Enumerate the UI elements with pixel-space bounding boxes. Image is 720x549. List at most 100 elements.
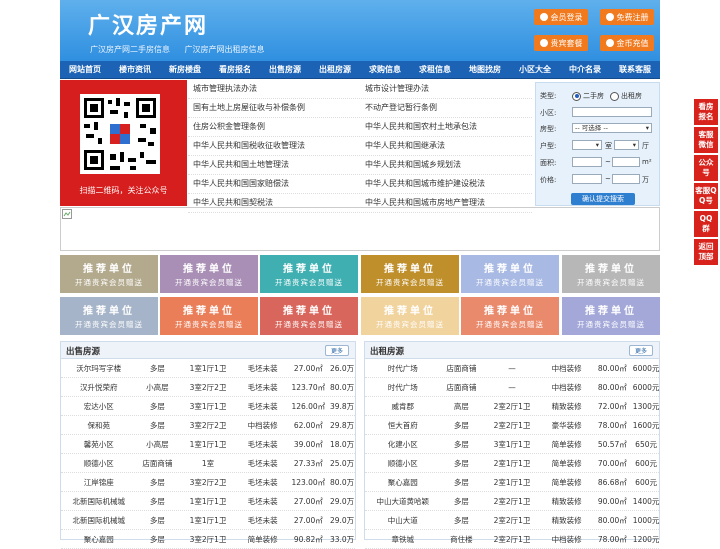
policy-link[interactable]: 中华人民共和国税收征收管理法 — [188, 137, 360, 155]
site-logo[interactable]: 广汉房产网 — [88, 8, 208, 40]
nav-viewing-signup[interactable]: 看房报名 — [210, 61, 260, 78]
listing-row[interactable]: 沃尔玛写字楼 多层 1室1厅1卫 毛坯未装 27.00㎡ 26.0万 — [61, 359, 355, 378]
member-login-button[interactable]: 会员登录 — [534, 9, 588, 25]
nav-map-search[interactable]: 地图找房 — [460, 61, 510, 78]
recommend-tile[interactable]: 推荐单位 开通贵宾会员赠送 — [461, 297, 559, 335]
side-tab-back-to-top[interactable]: 返回 顶部 — [694, 239, 718, 265]
policy-link[interactable]: 中华人民共和国农村土地承包法 — [360, 118, 532, 136]
nav-contact[interactable]: 联系客服 — [610, 61, 660, 78]
policy-link[interactable]: 住房公积金管理条例 — [188, 118, 360, 136]
listing-row[interactable]: 中山大道黄哈颖 多层 2室2厅1卫 精致装修 90.00㎡ 1400元 — [365, 492, 659, 511]
listing-cell: 27.00㎡ — [293, 363, 323, 373]
listing-row[interactable]: 中山大道 多层 2室2厅1卫 精致装修 80.00㎡ 1000元 — [365, 511, 659, 530]
radio-secondhand[interactable] — [572, 91, 581, 101]
listing-row[interactable]: 馨苑小区 小高层 1室1厅1卫 毛坯未装 39.00㎡ 18.0万 — [61, 435, 355, 454]
chevron-down-icon: ▾ — [632, 141, 636, 149]
price-min-input[interactable] — [572, 174, 602, 184]
nav-for-sale[interactable]: 出售房源 — [260, 61, 310, 78]
price-max-input[interactable] — [612, 174, 640, 184]
nav-home[interactable]: 网站首页 — [60, 61, 110, 78]
rent-listings-panel: 出租房源 更多 时代广场 店面商铺 — 中档装修 80.00㎡ 6000元 时代广场 店面商铺… — [364, 341, 660, 549]
listing-cell: 1室 — [201, 458, 215, 468]
nav-for-rent[interactable]: 出租房源 — [310, 61, 360, 78]
policy-link[interactable]: 中华人民共和国继承法 — [360, 137, 532, 155]
listing-row[interactable]: 江岸锦座 多层 3室2厅2卫 毛坯未装 123.00㎡ 80.0万 — [61, 473, 355, 492]
listing-row[interactable]: 保和苑 多层 3室2厅2卫 中档装修 62.00㎡ 29.8万 — [61, 416, 355, 435]
listing-cell: 126.00㎡ — [291, 401, 326, 411]
listing-cell: 中档装修 — [551, 382, 582, 392]
nav-wanted-buy[interactable]: 求购信息 — [360, 61, 410, 78]
listing-row[interactable]: 威肯郡 高层 2室2厅1卫 精致装修 72.00㎡ 1300元 — [365, 397, 659, 416]
side-tab-wechat[interactable]: 客服 微信 — [694, 127, 718, 153]
listing-cell: 聚心嘉园 — [83, 534, 114, 544]
nav-new-homes[interactable]: 新房楼盘 — [160, 61, 210, 78]
hall-select[interactable]: ▾ — [614, 140, 639, 150]
side-tab-qq[interactable]: 客服Q Q号 — [694, 183, 718, 209]
listing-row[interactable]: 宏达小区 多层 3室1厅1卫 毛坯未装 126.00㎡ 39.8万 — [61, 397, 355, 416]
room-select[interactable]: ▾ — [572, 140, 602, 150]
listing-row[interactable]: 聚心嘉园 多层 2室1厅1卫 简单装修 86.68㎡ 600元 — [365, 473, 659, 492]
ad-banner[interactable] — [60, 207, 660, 251]
listing-row[interactable]: 北新国际机械城 多层 1室1厅1卫 毛坯未装 27.00㎡ 29.0万 — [61, 492, 355, 511]
recommend-tile[interactable]: 推荐单位 开通贵宾会员赠送 — [260, 255, 358, 293]
house-type-select[interactable]: -- 可选择 -- ▾ — [572, 123, 652, 133]
nav-wanted-rent[interactable]: 求租信息 — [410, 61, 460, 78]
search-form: 类型: 二手房 出租房 小区: 房型: -- 可选择 -- ▾ 户型: ▾ 室 ▾… — [535, 82, 660, 206]
recommend-tile[interactable]: 推荐单位 开通贵宾会员赠送 — [562, 297, 660, 335]
vip-package-button[interactable]: 贵宾套餐 — [534, 35, 588, 51]
listing-cell: 2室2厅1卫 — [493, 401, 531, 411]
listing-cell: 时代广场 — [387, 363, 418, 373]
radio-rental[interactable] — [610, 91, 619, 101]
recommend-tile[interactable]: 推荐单位 开通贵宾会员赠送 — [461, 255, 559, 293]
recommend-tile[interactable]: 推荐单位 开通贵宾会员赠送 — [361, 297, 459, 335]
rent-more-button[interactable]: 更多 — [629, 345, 653, 356]
listing-cell: 1室1厅1卫 — [189, 439, 227, 449]
nav-news[interactable]: 楼市资讯 — [110, 61, 160, 78]
listing-row[interactable]: 时代广场 店面商铺 — 中档装修 80.00㎡ 6000元 — [365, 359, 659, 378]
policy-link[interactable]: 中华人民共和国国家赔偿法 — [188, 175, 360, 193]
sale-more-button[interactable]: 更多 — [325, 345, 349, 356]
coin-recharge-button[interactable]: 金币充值 — [600, 35, 654, 51]
area-max-input[interactable] — [612, 157, 640, 167]
community-input[interactable] — [572, 107, 652, 117]
policy-link[interactable]: 国有土地上房屋征收与补偿条例 — [188, 99, 360, 117]
listing-row[interactable]: 顺德小区 多层 2室1厅1卫 简单装修 70.00㎡ 600元 — [365, 454, 659, 473]
policy-link[interactable]: 中华人民共和国土地管理法 — [188, 156, 360, 174]
recommend-tile[interactable]: 推荐单位 开通贵宾会员赠送 — [60, 297, 158, 335]
listing-cell: 2室2厅1卫 — [493, 515, 531, 525]
policy-link[interactable]: 中华人民共和国城市维护建设税法 — [360, 175, 532, 193]
listing-row[interactable]: 化建小区 多层 3室1厅1卫 简单装修 50.57㎡ 650元 — [365, 435, 659, 454]
side-tab-qq-group[interactable]: QQ 群 — [694, 211, 718, 237]
side-tab-official[interactable]: 公众号 — [694, 155, 718, 181]
rental-link[interactable]: 广汉房产网出租房信息 — [185, 45, 265, 54]
listing-row[interactable]: 北新国际机械城 多层 1室1厅1卫 毛坯未装 27.00㎡ 29.0万 — [61, 511, 355, 530]
listing-row[interactable]: 顺德小区 店面商铺 1室 毛坯未装 27.33㎡ 25.0万 — [61, 454, 355, 473]
secondhand-link[interactable]: 广汉房产网二手房信息 — [90, 45, 170, 54]
policy-link[interactable]: 城市管理执法办法 — [188, 80, 360, 98]
policy-link[interactable]: 城市设计管理办法 — [360, 80, 532, 98]
rent-panel-title: 出租房源 — [370, 347, 405, 357]
policy-link[interactable]: 中华人民共和国城乡规划法 — [360, 156, 532, 174]
listing-cell: 2室1厅1卫 — [493, 458, 531, 468]
listing-row[interactable]: 时代广场 店面商铺 — 中档装修 80.00㎡ 6000元 — [365, 378, 659, 397]
register-button[interactable]: 免费注册 — [600, 9, 654, 25]
recommend-tile[interactable]: 推荐单位 开通贵宾会员赠送 — [160, 255, 258, 293]
listing-row[interactable]: 汉升悦荣府 小高层 3室2厅2卫 毛坯未装 123.70㎡ 80.0万 — [61, 378, 355, 397]
qr-caption: 扫描二维码，关注公众号 — [79, 186, 168, 195]
listing-cell: 25.0万 — [329, 458, 355, 468]
side-tab-viewing[interactable]: 看房 报名 — [694, 99, 718, 125]
listing-cell: 豪华装修 — [551, 420, 582, 430]
policy-link[interactable]: 不动产登记暂行条例 — [360, 99, 532, 117]
area-min-input[interactable] — [572, 157, 602, 167]
nav-agents[interactable]: 中介名录 — [560, 61, 610, 78]
recommend-tile[interactable]: 推荐单位 开通贵宾会员赠送 — [260, 297, 358, 335]
recommend-tile[interactable]: 推荐单位 开通贵宾会员赠送 — [562, 255, 660, 293]
recommend-tile[interactable]: 推荐单位 开通贵宾会员赠送 — [60, 255, 158, 293]
search-submit-button[interactable]: 确认提交搜索 — [571, 193, 635, 205]
recommend-tile[interactable]: 推荐单位 开通贵宾会员赠送 — [160, 297, 258, 335]
recommend-tile[interactable]: 推荐单位 开通贵宾会员赠送 — [361, 255, 459, 293]
nav-communities[interactable]: 小区大全 — [510, 61, 560, 78]
listing-cell: 27.33㎡ — [293, 458, 323, 468]
listing-row[interactable]: 恒大首府 多层 2室2厅1卫 豪华装修 78.00㎡ 1600元 — [365, 416, 659, 435]
listing-cell: 78.00㎡ — [597, 420, 627, 430]
